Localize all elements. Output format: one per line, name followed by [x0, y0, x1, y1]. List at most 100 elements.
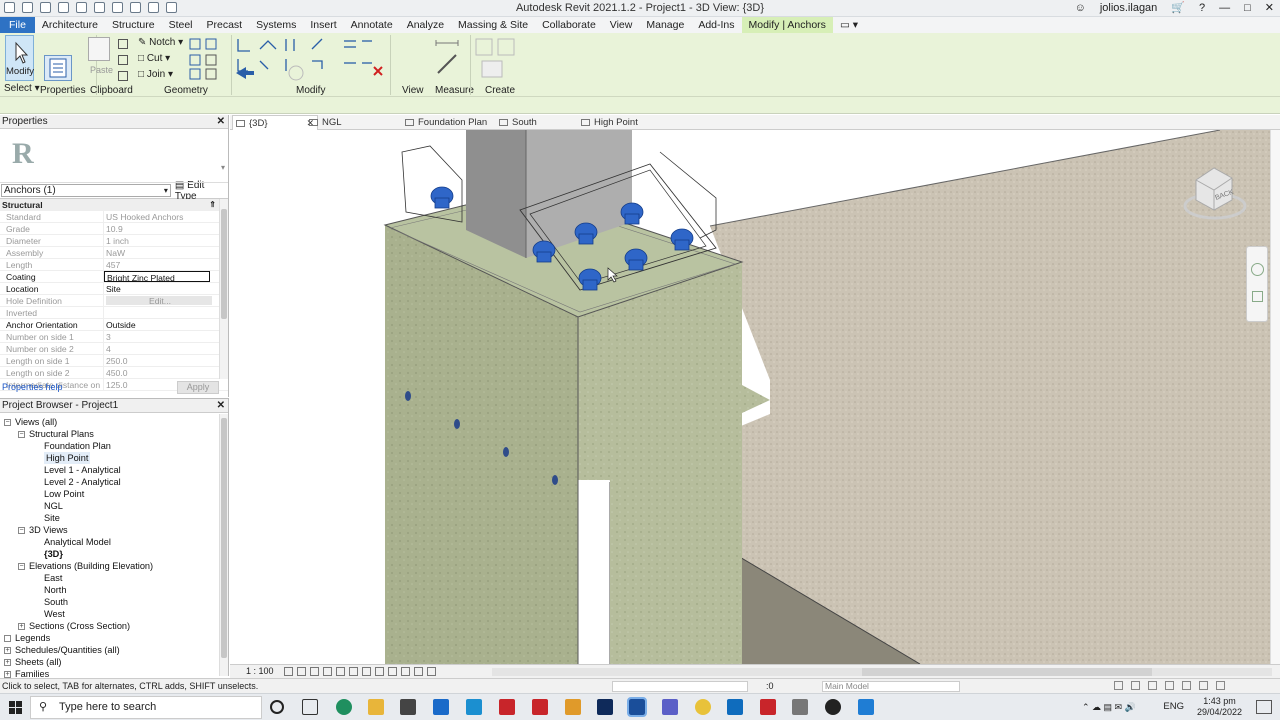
- property-value[interactable]: Outside: [104, 319, 210, 330]
- property-row[interactable]: Diameter 1 inch: [0, 235, 228, 247]
- view-tab[interactable]: South: [496, 115, 574, 130]
- type-dropdown-icon[interactable]: ▾: [221, 163, 225, 172]
- clock[interactable]: 1:43 pm 29/04/2022: [1197, 696, 1242, 718]
- property-row[interactable]: Assembly NaW: [0, 247, 228, 259]
- zoom-icon[interactable]: [1252, 291, 1263, 302]
- browser-scrollbar[interactable]: [219, 414, 228, 676]
- property-value[interactable]: Edit...: [106, 296, 212, 305]
- geometry-tools[interactable]: [188, 37, 220, 81]
- paste-label[interactable]: Paste: [90, 65, 113, 75]
- menu-tab-file[interactable]: File: [0, 17, 35, 33]
- menu-tab-architecture[interactable]: Architecture: [35, 17, 105, 33]
- photoshop-icon[interactable]: [597, 699, 613, 715]
- view-tab[interactable]: NGL: [306, 115, 400, 130]
- outlook-icon[interactable]: [727, 699, 743, 715]
- property-value[interactable]: 1 inch: [104, 235, 210, 246]
- view-tab[interactable]: High Point: [578, 115, 664, 130]
- type-selector[interactable]: R ▾: [0, 129, 228, 183]
- browser-item[interactable]: + Sections (Cross Section): [18, 620, 130, 632]
- property-row[interactable]: Length on side 2 450.0: [0, 367, 228, 379]
- expand-toggle-icon[interactable]: +: [18, 623, 25, 631]
- expand-toggle-icon[interactable]: −: [18, 527, 25, 535]
- view-tab[interactable]: Foundation Plan: [402, 115, 494, 130]
- menu-tab-view[interactable]: View: [603, 17, 640, 33]
- help-icon[interactable]: ?: [1199, 2, 1205, 14]
- property-value[interactable]: 10.9: [104, 223, 210, 234]
- start-icon[interactable]: [9, 701, 22, 714]
- expand-toggle-icon[interactable]: −: [18, 431, 25, 439]
- cut-geometry-button[interactable]: □ Cut ▾: [138, 53, 170, 64]
- browser-item[interactable]: East: [44, 572, 62, 584]
- selection-filters[interactable]: [1114, 681, 1234, 692]
- chrome-icon[interactable]: [695, 699, 711, 715]
- browser-item[interactable]: + Schedules/Quantities (all): [4, 644, 120, 656]
- menu-tab-structure[interactable]: Structure: [105, 17, 162, 33]
- menu-tab-add-ins[interactable]: Add-Ins: [691, 17, 741, 33]
- cut-icon[interactable]: [118, 39, 128, 49]
- menu-tab-massing-site[interactable]: Massing & Site: [451, 17, 535, 33]
- modify-tools[interactable]: [234, 37, 424, 83]
- properties-scrollbar[interactable]: [219, 199, 228, 379]
- browser-item[interactable]: Low Point: [44, 488, 84, 500]
- navigation-bar[interactable]: [1246, 246, 1268, 322]
- obs-icon[interactable]: [825, 699, 841, 715]
- expand-toggle-icon[interactable]: −: [4, 419, 11, 427]
- browser-item[interactable]: Analytical Model: [44, 536, 111, 548]
- expand-toggle-icon[interactable]: [4, 635, 11, 643]
- property-row[interactable]: Hole Definition Edit...: [0, 295, 228, 307]
- expand-toggle-icon[interactable]: −: [18, 563, 25, 571]
- taskbar-search[interactable]: ⚲ Type here to search: [30, 696, 262, 719]
- browser-item[interactable]: South: [44, 596, 68, 608]
- property-row[interactable]: Number on side 13: [0, 331, 228, 343]
- property-row[interactable]: Length on side 1 250.0: [0, 355, 228, 367]
- select-dropdown[interactable]: Select ▾: [4, 83, 40, 94]
- browser-item[interactable]: Level 2 - Analytical: [44, 476, 121, 488]
- browser-item[interactable]: − Elevations (Building Elevation): [18, 560, 153, 572]
- property-row[interactable]: Anchor Orientation Outside: [0, 319, 228, 331]
- property-value[interactable]: Bright Zinc Plated: [104, 271, 210, 282]
- browser-item[interactable]: −3D Views: [18, 524, 68, 536]
- store-icon[interactable]: [400, 699, 416, 715]
- property-value[interactable]: 450.0: [104, 367, 210, 378]
- cart-icon[interactable]: 🛒: [1171, 1, 1185, 14]
- property-row[interactable]: Number on side 24: [0, 343, 228, 355]
- menu-tab-steel[interactable]: Steel: [162, 17, 200, 33]
- menu-tab-annotate[interactable]: Annotate: [344, 17, 400, 33]
- lync-icon[interactable]: [466, 699, 482, 715]
- copy-icon[interactable]: [118, 55, 128, 65]
- app-icon[interactable]: [792, 699, 808, 715]
- menu-tab-insert[interactable]: Insert: [303, 17, 343, 33]
- mail-icon[interactable]: [433, 699, 449, 715]
- acrobat-icon[interactable]: [760, 699, 776, 715]
- browser-item[interactable]: West: [44, 608, 65, 620]
- properties-button[interactable]: [44, 55, 72, 81]
- browser-item[interactable]: High Point: [44, 452, 91, 464]
- close-icon[interactable]: ✕: [1265, 1, 1274, 14]
- property-row[interactable]: Length 457: [0, 259, 228, 271]
- horizontal-scrollbar[interactable]: [492, 668, 1272, 676]
- property-value[interactable]: 4: [104, 343, 210, 354]
- autocad-lt-icon[interactable]: [565, 699, 581, 715]
- teams-icon[interactable]: [662, 699, 678, 715]
- revit-icon[interactable]: [627, 697, 647, 717]
- viewport-scrollbar[interactable]: [1270, 130, 1280, 664]
- property-row[interactable]: Location Site: [0, 283, 228, 295]
- edge-icon[interactable]: [336, 699, 352, 715]
- workset-selector[interactable]: [612, 681, 748, 692]
- property-row[interactable]: Grade 10.9: [0, 223, 228, 235]
- create-tools[interactable]: [474, 37, 522, 81]
- paste-icon[interactable]: [88, 37, 110, 61]
- property-row[interactable]: Standard US Hooked Anchors: [0, 211, 228, 223]
- maximize-icon[interactable]: □: [1244, 2, 1251, 14]
- language-indicator[interactable]: ENG: [1163, 701, 1184, 712]
- close-properties-icon[interactable]: ✕: [217, 115, 225, 129]
- menu-tab-systems[interactable]: Systems: [249, 17, 303, 33]
- menu-tab-collaborate[interactable]: Collaborate: [535, 17, 603, 33]
- instance-filter[interactable]: Anchors (1) ▾: [1, 184, 171, 197]
- notch-button[interactable]: ✎ Notch ▾: [138, 37, 183, 48]
- browser-item[interactable]: − Structural Plans: [18, 428, 94, 440]
- user-icon[interactable]: ☺: [1075, 2, 1086, 14]
- browser-item[interactable]: Site: [44, 512, 60, 524]
- view-scale[interactable]: 1 : 100: [246, 666, 274, 676]
- view-controls[interactable]: [284, 667, 474, 677]
